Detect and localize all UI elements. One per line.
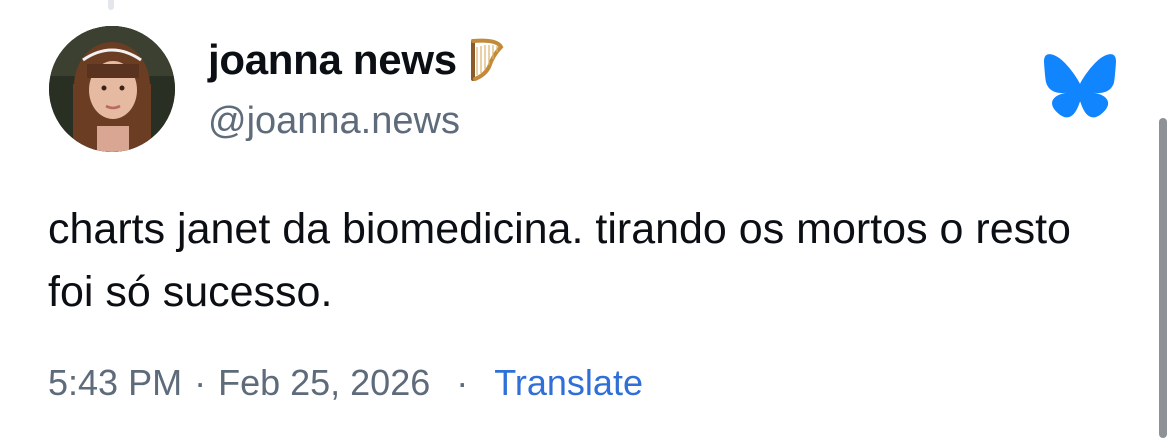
post-time: 5:43 PM <box>48 362 183 403</box>
display-name-text: joanna news <box>208 36 457 83</box>
post-card[interactable]: joanna news @joanna.news charts janet da… <box>0 0 1170 438</box>
time-date-separator: · <box>194 362 207 403</box>
post-meta: 5:43 PM · Feb 25, 2026 · Translate <box>48 362 643 404</box>
scrollbar[interactable] <box>1159 118 1167 438</box>
author-handle[interactable]: @joanna.news <box>208 100 460 143</box>
post-date: Feb 25, 2026 <box>218 362 431 403</box>
meta-separator: · <box>456 362 469 403</box>
post-text: charts janet da biomedicina. tirando os … <box>48 205 1071 316</box>
translate-link[interactable]: Translate <box>494 362 643 404</box>
thread-line <box>108 0 114 10</box>
avatar[interactable] <box>49 26 175 152</box>
harp-icon <box>467 37 507 83</box>
bluesky-butterfly-icon[interactable] <box>1044 54 1116 118</box>
display-name[interactable]: joanna news <box>208 36 507 84</box>
